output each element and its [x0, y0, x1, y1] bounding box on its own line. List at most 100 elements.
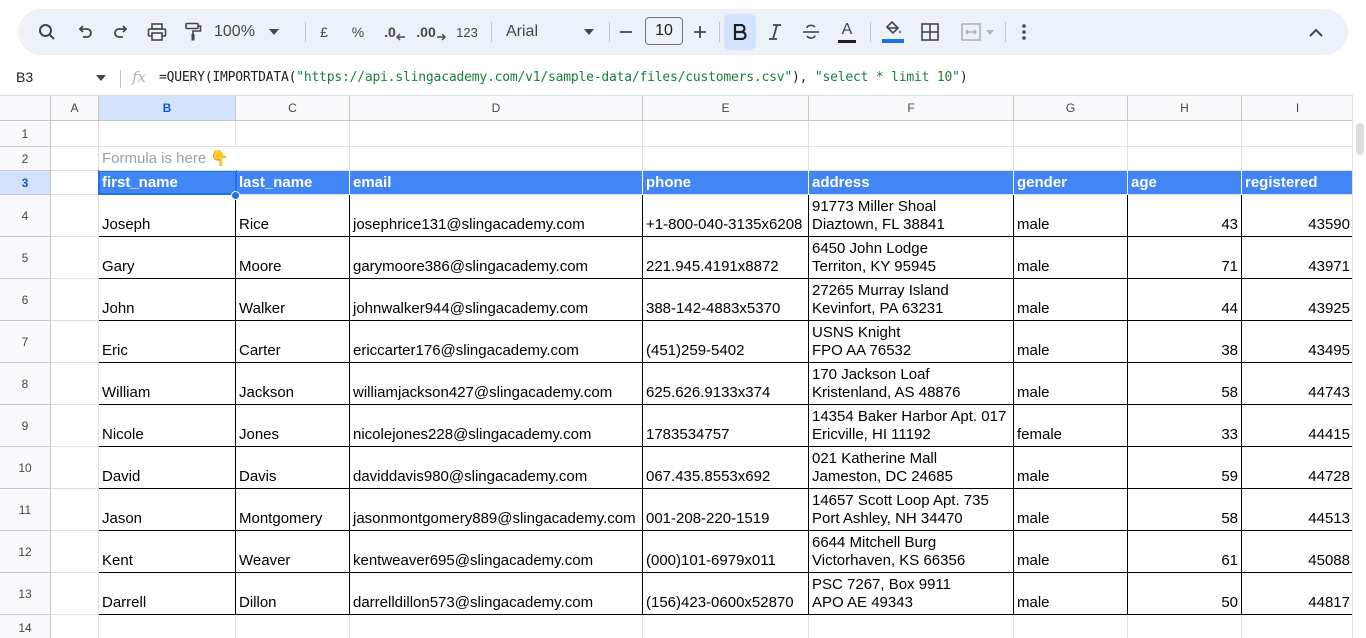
header-cell-first-name[interactable]: first_name [99, 171, 236, 195]
italic-icon[interactable] [760, 9, 790, 55]
row-header-10[interactable]: 10 [0, 447, 51, 489]
cell[interactable] [51, 489, 99, 531]
column-header-f[interactable]: F [809, 95, 1014, 121]
cell-address[interactable]: USNS Knight FPO AA 76532 [809, 321, 1014, 363]
column-header-d[interactable]: D [350, 95, 643, 121]
cell-last-name[interactable]: Jackson [236, 363, 350, 405]
cell-phone[interactable]: 388-142-4883x5370 [643, 279, 809, 321]
cell-phone[interactable]: +1-800-040-3135x6208 [643, 195, 809, 237]
cell-gender[interactable]: male [1014, 363, 1128, 405]
column-header-c[interactable]: C [236, 95, 350, 121]
currency-format-button[interactable]: £ [312, 9, 336, 55]
cell-first-name[interactable]: Jason [99, 489, 236, 531]
cell-address[interactable]: 91773 Miller Shoal Diaztown, FL 38841 [809, 195, 1014, 237]
header-cell-phone[interactable]: phone [643, 171, 809, 195]
cell[interactable] [99, 615, 236, 638]
cell-phone[interactable]: (000)101-6979x011 [643, 531, 809, 573]
row-header-9[interactable]: 9 [0, 405, 51, 447]
cell-phone[interactable]: 1783534757 [643, 405, 809, 447]
cell-registered[interactable]: 44513 [1242, 489, 1352, 531]
strikethrough-icon[interactable] [796, 9, 826, 55]
cell-email[interactable]: williamjackson427@slingacademy.com [350, 363, 643, 405]
scrollbar-thumb[interactable] [1356, 123, 1364, 155]
increase-decimal-button[interactable]: .00 [416, 9, 446, 55]
cell[interactable] [1242, 147, 1352, 171]
cell[interactable] [1014, 147, 1128, 171]
cell-registered[interactable]: 43971 [1242, 237, 1352, 279]
cell-email[interactable]: josephrice131@slingacademy.com [350, 195, 643, 237]
decrease-font-size-icon[interactable] [614, 9, 638, 55]
cell[interactable] [643, 615, 809, 638]
row-header-8[interactable]: 8 [0, 363, 51, 405]
row-header-7[interactable]: 7 [0, 321, 51, 363]
cell[interactable] [51, 573, 99, 615]
fill-color-button[interactable] [878, 9, 908, 55]
cell-age[interactable]: 59 [1128, 447, 1242, 489]
cell[interactable] [1128, 615, 1242, 638]
cell[interactable] [51, 195, 99, 237]
cell-gender[interactable]: male [1014, 489, 1128, 531]
cell[interactable] [1014, 615, 1128, 638]
cell[interactable] [51, 237, 99, 279]
collapse-toolbar-icon[interactable] [1302, 9, 1330, 55]
column-header-e[interactable]: E [643, 95, 809, 121]
column-header-a[interactable]: A [51, 95, 99, 121]
cell-age[interactable]: 71 [1128, 237, 1242, 279]
decrease-decimal-button[interactable]: .0 [380, 9, 410, 55]
cell[interactable] [99, 121, 236, 147]
cell-first-name[interactable]: Eric [99, 321, 236, 363]
cell[interactable] [643, 121, 809, 147]
fill-handle[interactable] [231, 191, 240, 200]
cell-first-name[interactable]: David [99, 447, 236, 489]
column-header-g[interactable]: G [1014, 95, 1128, 121]
more-options-icon[interactable] [1012, 9, 1036, 55]
cell-registered[interactable]: 44817 [1242, 573, 1352, 615]
cell-last-name[interactable]: Dillon [236, 573, 350, 615]
cell-address[interactable]: 14657 Scott Loop Apt. 735 Port Ashley, NH… [809, 489, 1014, 531]
vertical-scrollbar[interactable] [1352, 95, 1366, 638]
cell-gender[interactable]: male [1014, 447, 1128, 489]
cell-first-name[interactable]: Nicole [99, 405, 236, 447]
cell[interactable] [236, 121, 350, 147]
cell-first-name[interactable]: Gary [99, 237, 236, 279]
name-box[interactable]: B3 [16, 69, 33, 85]
percent-format-button[interactable]: % [346, 9, 370, 55]
cell-phone[interactable]: 625.626.9133x374 [643, 363, 809, 405]
cell[interactable] [1242, 615, 1352, 638]
cell-gender[interactable]: male [1014, 237, 1128, 279]
cell-age[interactable]: 38 [1128, 321, 1242, 363]
cell[interactable] [51, 405, 99, 447]
cell-address[interactable]: 27265 Murray Island Kevinfort, PA 63231 [809, 279, 1014, 321]
cell-phone[interactable]: 221.945.4191x8872 [643, 237, 809, 279]
cell-address[interactable]: 14354 Baker Harbor Apt. 017 Ericville, HI… [809, 405, 1014, 447]
header-cell-address[interactable]: address [809, 171, 1014, 195]
search-menus-icon[interactable] [32, 9, 62, 55]
cell-email[interactable]: ericcarter176@slingacademy.com [350, 321, 643, 363]
cell-gender[interactable]: male [1014, 531, 1128, 573]
bold-button[interactable] [724, 14, 756, 50]
cell-age[interactable]: 44 [1128, 279, 1242, 321]
cell-phone[interactable]: (156)423-0600x52870 [643, 573, 809, 615]
cell-gender[interactable]: male [1014, 195, 1128, 237]
cell-last-name[interactable]: Weaver [236, 531, 350, 573]
cell-last-name[interactable]: Walker [236, 279, 350, 321]
increase-font-size-icon[interactable] [688, 9, 712, 55]
cell-registered[interactable]: 44415 [1242, 405, 1352, 447]
cell-address[interactable]: 6450 John Lodge Territon, KY 95945 [809, 237, 1014, 279]
cell[interactable] [809, 121, 1014, 147]
cell-address[interactable]: PSC 7267, Box 9911 APO AE 49343 [809, 573, 1014, 615]
cell-address[interactable]: 170 Jackson Loaf Kristenland, AS 48876 [809, 363, 1014, 405]
cell-age[interactable]: 61 [1128, 531, 1242, 573]
cell[interactable] [1128, 147, 1242, 171]
print-icon[interactable] [142, 9, 172, 55]
cell-email[interactable]: johnwalker944@slingacademy.com [350, 279, 643, 321]
cell[interactable] [51, 279, 99, 321]
cell-email[interactable]: kentweaver695@slingacademy.com [350, 531, 643, 573]
cell[interactable] [51, 447, 99, 489]
zoom-select[interactable]: 100% [214, 9, 294, 55]
cell-email[interactable]: daviddavis980@slingacademy.com [350, 447, 643, 489]
cell[interactable] [350, 147, 643, 171]
cell-phone[interactable]: 001-208-220-1519 [643, 489, 809, 531]
cell[interactable] [350, 615, 643, 638]
cell-gender[interactable]: female [1014, 405, 1128, 447]
